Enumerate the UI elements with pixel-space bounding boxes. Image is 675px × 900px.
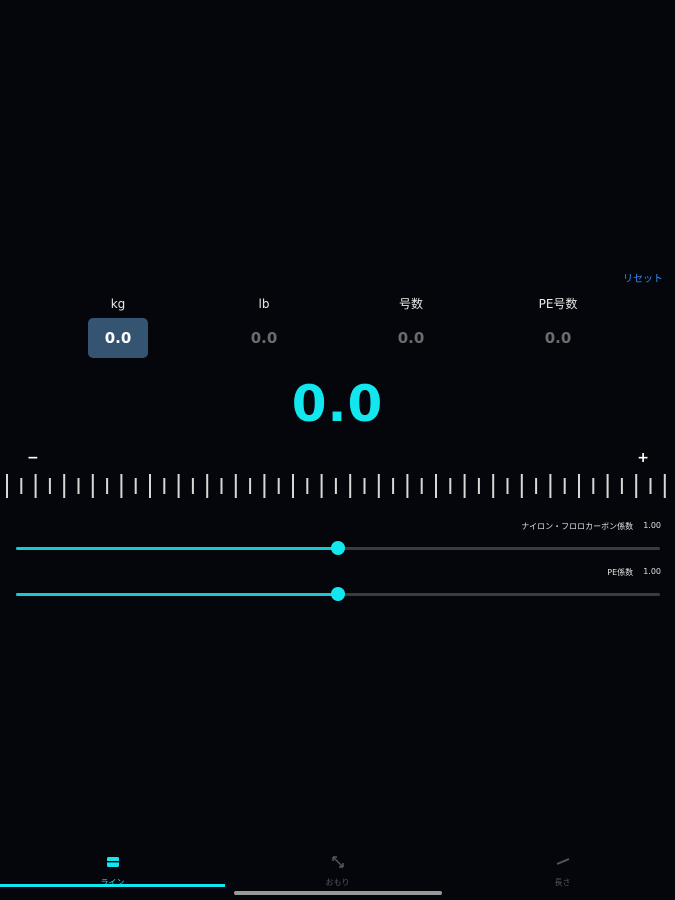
active-tab-indicator bbox=[0, 884, 225, 887]
unit-selector-row: kg 0.0 lb 0.0 号数 0.0 PE号数 0.0 bbox=[0, 296, 675, 366]
unit-gousu[interactable]: 号数 0.0 bbox=[351, 296, 471, 358]
unit-value-lb[interactable]: 0.0 bbox=[234, 318, 294, 358]
nylon-coefficient-slider[interactable] bbox=[16, 541, 660, 555]
unit-label-pe-gousu: PE号数 bbox=[538, 297, 578, 311]
tab-length-label: 長さ bbox=[554, 878, 571, 887]
increment-button[interactable]: + bbox=[637, 450, 649, 466]
tab-weight[interactable]: おもり bbox=[225, 850, 450, 887]
value-ruler-dial[interactable] bbox=[0, 472, 675, 500]
unit-label-kg: kg bbox=[110, 297, 126, 311]
nylon-coefficient-label: ナイロン・フロロカーボン係数 bbox=[521, 522, 634, 531]
weight-arrows-icon bbox=[331, 856, 344, 868]
line-converter-screen: リセット kg 0.0 lb 0.0 号数 0.0 PE号数 0.0 0.0 −… bbox=[0, 0, 675, 900]
home-indicator[interactable] bbox=[234, 891, 442, 895]
unit-kg[interactable]: kg 0.0 bbox=[58, 296, 178, 358]
tab-weight-label: おもり bbox=[325, 878, 350, 887]
decrement-button[interactable]: − bbox=[27, 450, 39, 466]
unit-label-lb: lb bbox=[258, 297, 270, 311]
unit-label-gousu: 号数 bbox=[398, 297, 423, 311]
nylon-coefficient-fill bbox=[16, 547, 338, 550]
unit-pe-gousu[interactable]: PE号数 0.0 bbox=[498, 296, 618, 358]
unit-value-pe-gousu[interactable]: 0.0 bbox=[528, 318, 588, 358]
unit-value-kg[interactable]: 0.0 bbox=[88, 318, 148, 358]
pe-coefficient-thumb[interactable] bbox=[331, 587, 345, 601]
main-value-display: 0.0 bbox=[291, 375, 384, 433]
reset-button[interactable]: リセット bbox=[623, 270, 663, 285]
unit-value-gousu[interactable]: 0.0 bbox=[381, 318, 441, 358]
unit-lb[interactable]: lb 0.0 bbox=[204, 296, 324, 358]
pe-coefficient-value: 1.00 bbox=[643, 567, 661, 576]
pe-coefficient-label: PE係数 bbox=[607, 568, 634, 577]
tab-line[interactable]: ライン bbox=[0, 850, 225, 887]
length-ruler-icon bbox=[556, 858, 569, 865]
nylon-coefficient-thumb[interactable] bbox=[331, 541, 345, 555]
pe-coefficient-slider[interactable] bbox=[16, 587, 660, 601]
pe-coefficient-label-row: PE係数 1.00 bbox=[607, 567, 661, 578]
line-spool-icon bbox=[106, 857, 119, 867]
nylon-coefficient-label-row: ナイロン・フロロカーボン係数 1.00 bbox=[521, 521, 661, 532]
nylon-coefficient-value: 1.00 bbox=[643, 521, 661, 530]
pe-coefficient-fill bbox=[16, 593, 338, 596]
tab-length[interactable]: 長さ bbox=[450, 850, 675, 887]
